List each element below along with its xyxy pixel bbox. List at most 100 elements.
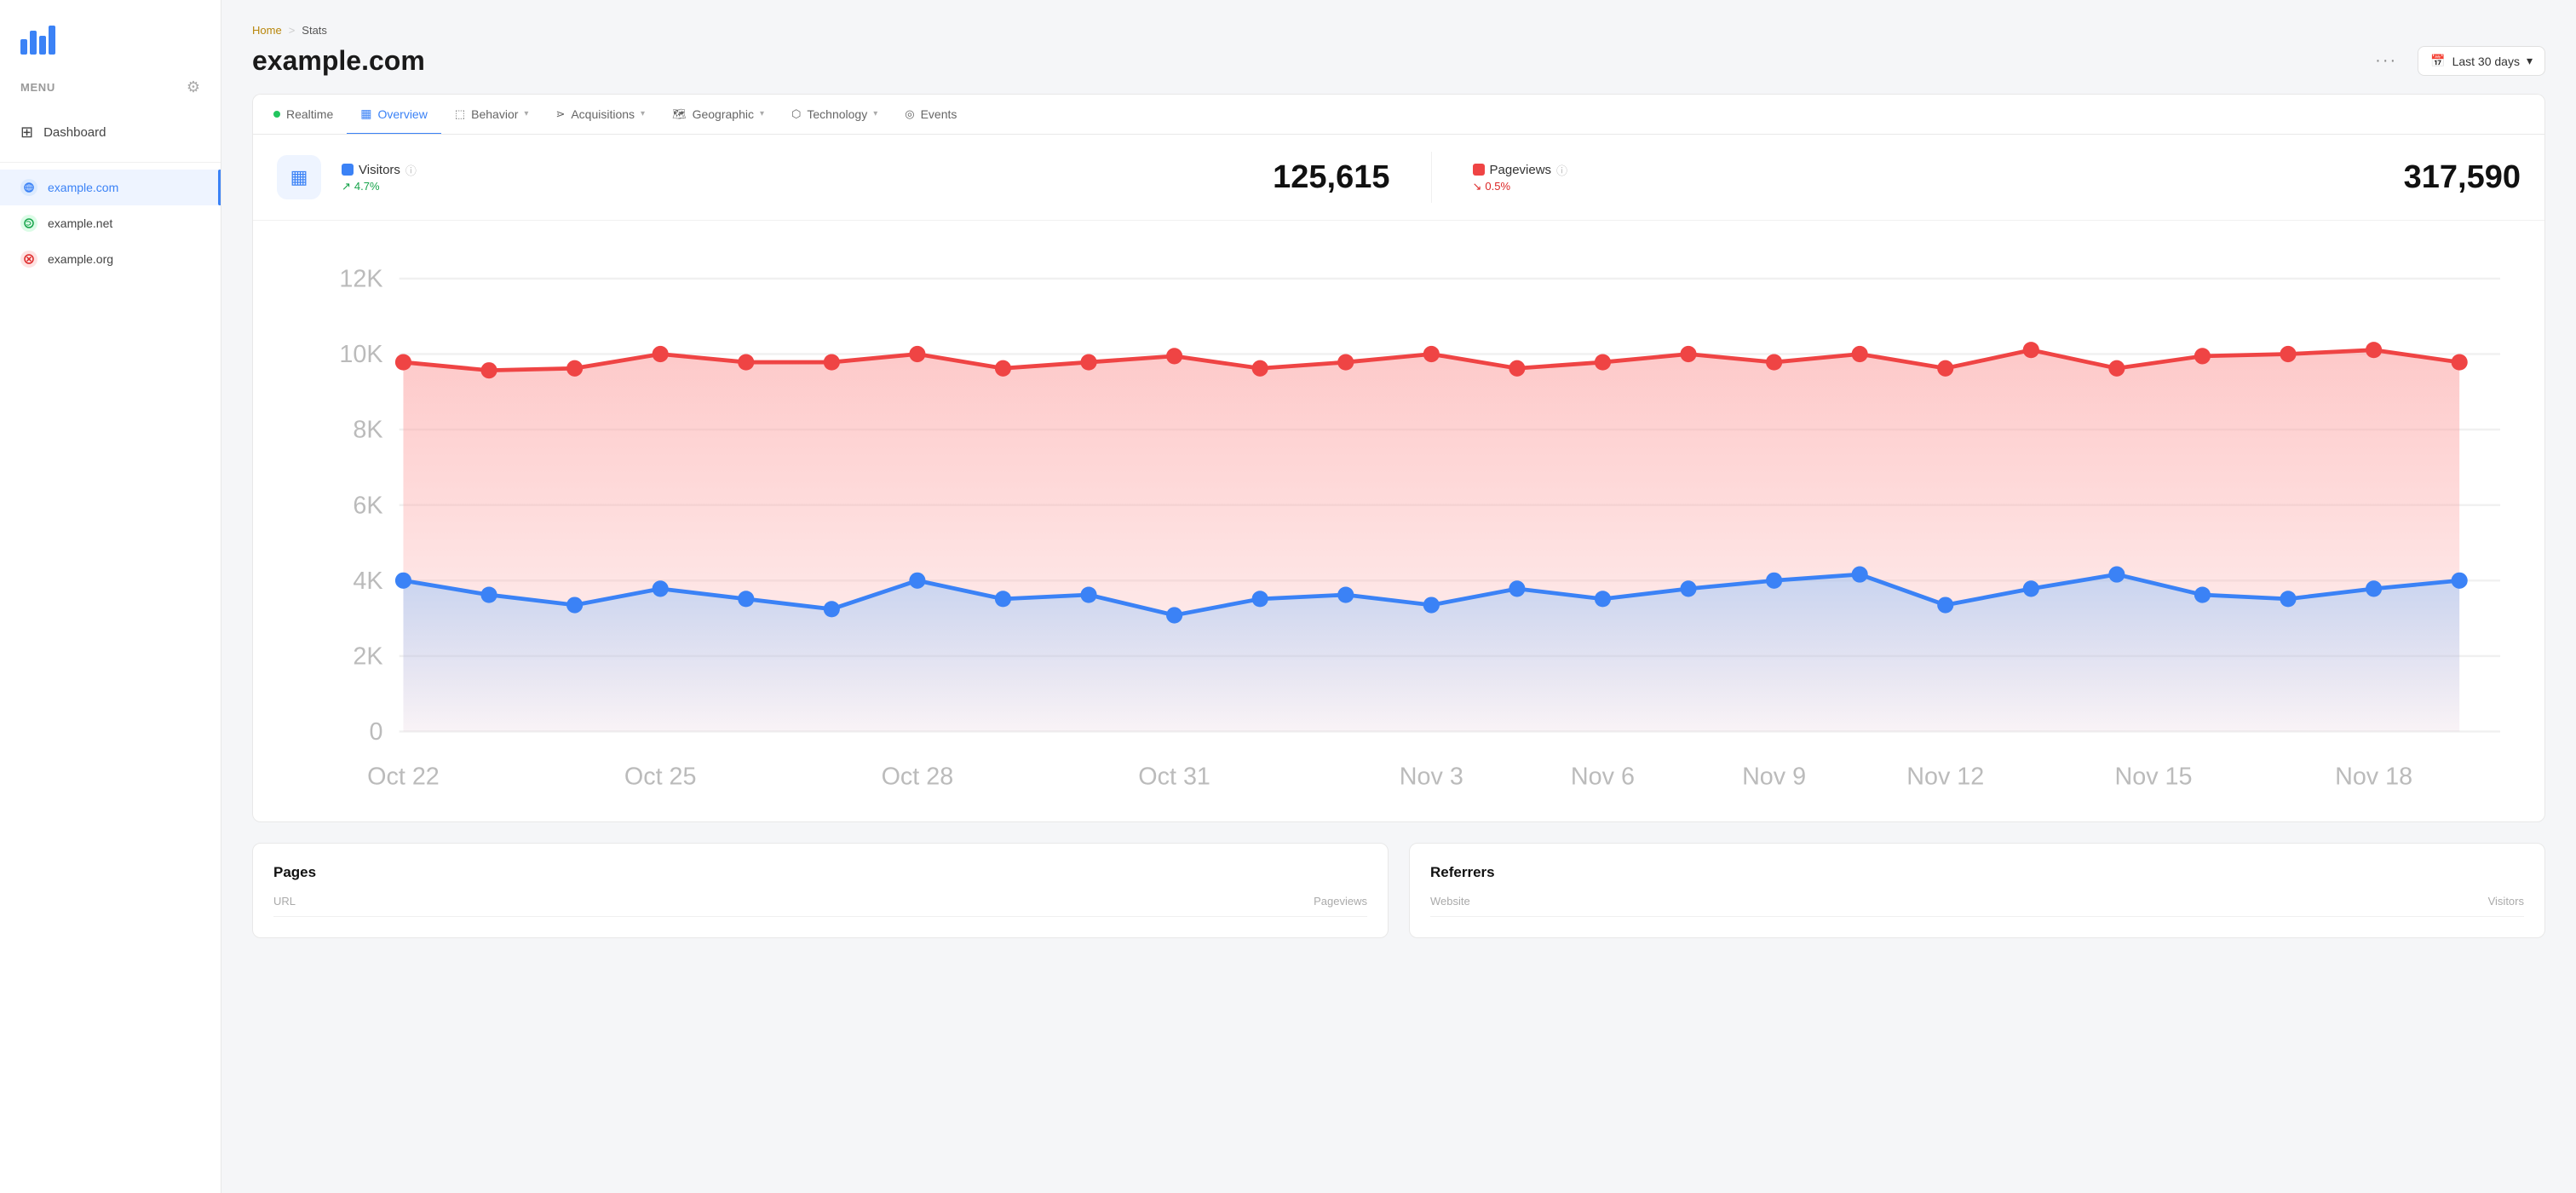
svg-text:Nov 18: Nov 18 bbox=[2335, 764, 2412, 791]
svg-text:Nov 12: Nov 12 bbox=[1906, 764, 1984, 791]
calendar-icon: 📅 bbox=[2430, 54, 2445, 68]
referrers-title: Referrers bbox=[1430, 864, 2524, 881]
pageviews-stat-group: Pageviews ⓘ ↘ 0.5% bbox=[1473, 162, 1568, 193]
svg-text:Oct 22: Oct 22 bbox=[367, 764, 440, 791]
stat-divider bbox=[1431, 152, 1432, 203]
sidebar-menu-label: MENU bbox=[20, 81, 55, 94]
svg-text:0: 0 bbox=[370, 718, 383, 746]
svg-text:Nov 15: Nov 15 bbox=[2114, 764, 2192, 791]
settings-icon[interactable]: ⚙ bbox=[187, 78, 200, 96]
tab-realtime[interactable]: Realtime bbox=[260, 95, 347, 135]
visitors-label: Visitors ⓘ bbox=[342, 162, 417, 178]
svg-text:4K: 4K bbox=[353, 568, 382, 595]
referrers-col2: Visitors bbox=[2488, 895, 2524, 908]
visitors-value: 125,615 bbox=[1273, 159, 1389, 196]
svg-text:12K: 12K bbox=[339, 265, 382, 292]
svg-text:Oct 28: Oct 28 bbox=[882, 764, 954, 791]
chart-svg: 12K 10K 8K 6K 4K 2K 0 bbox=[277, 238, 2521, 809]
tab-acquisitions[interactable]: ⋗ Acquisitions ▾ bbox=[542, 95, 658, 135]
technology-chevron: ▾ bbox=[873, 109, 877, 118]
referrers-card: Referrers Website Visitors bbox=[1409, 843, 2545, 938]
page-header: example.com ··· 📅 Last 30 days ▾ bbox=[252, 45, 2545, 77]
svg-text:Nov 3: Nov 3 bbox=[1400, 764, 1463, 791]
breadcrumb-home[interactable]: Home bbox=[252, 24, 282, 37]
svg-text:Oct 25: Oct 25 bbox=[624, 764, 697, 791]
tab-acquisitions-label: Acquisitions bbox=[571, 107, 635, 121]
pages-col2: Pageviews bbox=[1314, 895, 1367, 908]
geographic-icon: 🗺 bbox=[672, 107, 687, 121]
visitors-change: ↗ 4.7% bbox=[342, 180, 417, 193]
visitors-info-icon[interactable]: ⓘ bbox=[405, 162, 417, 178]
date-range-label: Last 30 days bbox=[2452, 55, 2520, 68]
pageviews-info-icon[interactable]: ⓘ bbox=[1556, 162, 1567, 178]
sidebar-divider bbox=[0, 162, 221, 163]
svg-text:2K: 2K bbox=[353, 643, 382, 670]
svg-text:6K: 6K bbox=[353, 492, 382, 519]
pages-title: Pages bbox=[273, 864, 1367, 881]
favicon-example-net bbox=[20, 215, 37, 232]
tab-events-label: Events bbox=[921, 107, 957, 121]
tab-overview-label: Overview bbox=[377, 107, 427, 121]
visitors-color bbox=[342, 164, 354, 176]
sidebar-sites: example.com example.net example.org bbox=[0, 170, 221, 277]
chart-stats: ▦ Visitors ⓘ ↗ 4.7% 125,61 bbox=[253, 135, 2544, 221]
sidebar-item-example-net[interactable]: example.net bbox=[0, 205, 221, 241]
site-label-example-net: example.net bbox=[48, 216, 112, 230]
dashboard-icon: ⊞ bbox=[20, 124, 33, 141]
geographic-chevron: ▾ bbox=[760, 109, 764, 118]
logo-icon bbox=[20, 24, 55, 55]
dashboard-label: Dashboard bbox=[43, 125, 106, 140]
acquisitions-chevron: ▾ bbox=[641, 109, 645, 118]
tab-behavior[interactable]: ⬚ Behavior ▾ bbox=[441, 95, 543, 135]
pageviews-arrow: ↘ bbox=[1473, 180, 1482, 193]
tab-events[interactable]: ◎ Events bbox=[891, 95, 970, 135]
site-label-example-org: example.org bbox=[48, 252, 113, 266]
tab-overview[interactable]: ▦ Overview bbox=[347, 95, 441, 134]
pageviews-change: ↘ 0.5% bbox=[1473, 180, 1568, 193]
svg-text:Nov 9: Nov 9 bbox=[1742, 764, 1806, 791]
tab-bar: Realtime ▦ Overview ⬚ Behavior ▾ ⋗ Acqui… bbox=[252, 94, 2545, 134]
breadcrumb: Home > Stats bbox=[252, 24, 2545, 37]
behavior-chevron: ▾ bbox=[524, 109, 528, 118]
pages-card: Pages URL Pageviews bbox=[252, 843, 1389, 938]
svg-text:10K: 10K bbox=[339, 341, 382, 368]
acquisitions-icon: ⋗ bbox=[555, 107, 565, 121]
sidebar-item-example-com[interactable]: example.com bbox=[0, 170, 221, 205]
tab-geographic[interactable]: 🗺 Geographic ▾ bbox=[658, 95, 778, 135]
pages-header: URL Pageviews bbox=[273, 895, 1367, 917]
pageviews-text: Pageviews bbox=[1490, 163, 1552, 177]
visitors-arrow: ↗ bbox=[342, 180, 351, 193]
sidebar-item-example-org[interactable]: example.org bbox=[0, 241, 221, 277]
visitors-stat-section: Visitors ⓘ ↗ 4.7% 125,615 bbox=[342, 159, 1390, 196]
favicon-example-com bbox=[20, 179, 37, 196]
chart-card: ▦ Visitors ⓘ ↗ 4.7% 125,61 bbox=[252, 134, 2545, 822]
chart-area: 12K 10K 8K 6K 4K 2K 0 bbox=[253, 221, 2544, 821]
logo-bar-2 bbox=[30, 31, 37, 55]
site-label-example-com: example.com bbox=[48, 181, 118, 194]
svg-text:8K: 8K bbox=[353, 417, 382, 444]
breadcrumb-separator: > bbox=[289, 24, 296, 37]
main-content: Home > Stats example.com ··· 📅 Last 30 d… bbox=[221, 0, 2576, 1193]
visitors-change-value: 4.7% bbox=[354, 180, 380, 193]
tab-behavior-label: Behavior bbox=[471, 107, 518, 121]
pageviews-change-value: 0.5% bbox=[1485, 180, 1510, 193]
overview-icon: ▦ bbox=[360, 107, 371, 121]
bottom-cards: Pages URL Pageviews Referrers Website Vi… bbox=[252, 843, 2545, 938]
logo-bar-4 bbox=[49, 26, 55, 55]
date-range-chevron: ▾ bbox=[2527, 54, 2533, 68]
visitors-text: Visitors bbox=[359, 163, 400, 177]
sidebar-item-dashboard[interactable]: ⊞ Dashboard bbox=[0, 113, 221, 152]
tab-technology[interactable]: ⬡ Technology ▾ bbox=[778, 95, 891, 135]
realtime-dot bbox=[273, 111, 280, 118]
sidebar: MENU ⚙ ⊞ Dashboard example.com example.n… bbox=[0, 0, 221, 1193]
events-icon: ◎ bbox=[905, 107, 914, 121]
svg-text:Nov 6: Nov 6 bbox=[1571, 764, 1635, 791]
referrers-col1: Website bbox=[1430, 895, 1470, 908]
pageviews-stat-section: Pageviews ⓘ ↘ 0.5% 317,590 bbox=[1473, 159, 2521, 196]
sidebar-nav: ⊞ Dashboard bbox=[0, 110, 221, 155]
favicon-example-org bbox=[20, 251, 37, 268]
more-options-button[interactable]: ··· bbox=[2368, 48, 2404, 74]
pageviews-label: Pageviews ⓘ bbox=[1473, 162, 1568, 178]
behavior-icon: ⬚ bbox=[455, 107, 465, 121]
date-range-button[interactable]: 📅 Last 30 days ▾ bbox=[2418, 46, 2545, 76]
